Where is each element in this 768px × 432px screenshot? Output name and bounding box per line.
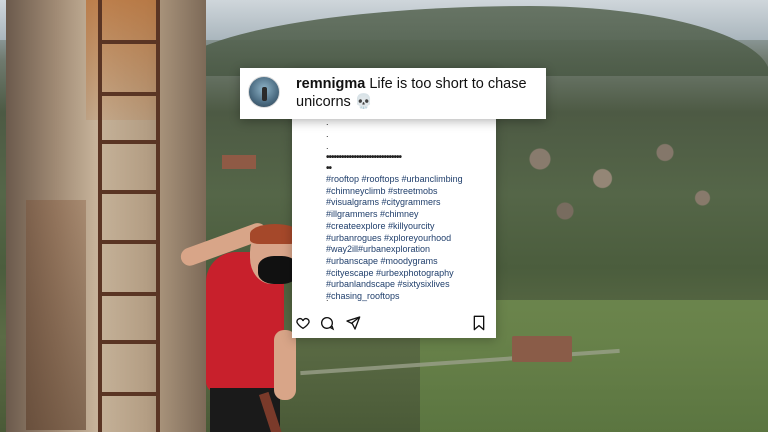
dark-stain [26,200,86,430]
hashtag-line[interactable]: #urbanscape #moodygrams [326,256,490,268]
ladder-rung [100,40,160,44]
village [490,120,740,250]
hashtag-line[interactable]: #illgrammers #chimney [326,209,490,221]
caption-dot: . [326,141,329,151]
hashtag-line[interactable]: #cityescape #urbexphotography [326,268,490,280]
caption-header-callout: remnigma Life is too short to chase unic… [240,68,546,119]
bookmark-icon[interactable] [470,314,488,332]
comment-icon[interactable] [318,314,336,332]
caption-dots: . . . [326,116,329,152]
hashtag-line[interactable]: #visualgrams #citygrammers [326,197,490,209]
hashtag-line[interactable]: #chasing_rooftops [326,291,490,303]
rust-stain [86,0,156,120]
post-actions [292,314,496,336]
climber [178,220,300,432]
hashtag-line[interactable]: #chimneyclimb #streetmobs [326,186,490,198]
hashtag-line[interactable]: #createexplore #killyourcity [326,221,490,233]
heart-icon[interactable] [294,314,312,332]
hashtag-line[interactable]: #urbanlandscape #sixtysixlives [326,279,490,291]
dot-separator: •••••••••••••••••••••••••••••• •• [326,152,402,174]
ladder-rung [100,392,160,396]
skull-emoji-icon: 💀 [354,94,373,110]
ladder-rung [100,140,160,144]
ladder-rung [100,190,160,194]
ladder-rung [100,292,160,296]
hashtag-line[interactable]: #rooftop #rooftops #urbanclimbing [326,174,490,186]
ladder-rung [100,92,160,96]
ladder-rung [100,240,160,244]
trailing-dot: . [326,293,329,303]
ladder-rail-left [98,0,102,432]
red-roof-house [512,336,572,362]
username[interactable]: remnigma [296,76,365,92]
ladder-rail-right [156,0,160,432]
caption-dot: . [326,129,329,139]
caption-text: remnigma Life is too short to chase unic… [296,75,541,111]
dot-separator-line: •• [326,163,332,174]
climber-arm-right [274,330,296,400]
red-roof-house-small [222,155,256,169]
hashtag-line[interactable]: #urbanrogues #xploreyourhood [326,233,490,245]
send-icon[interactable] [344,314,362,332]
hashtag-list: #rooftop #rooftops #urbanclimbing #chimn… [326,174,490,303]
hashtag-line[interactable]: #way2ill#urbanexploration [326,244,490,256]
avatar[interactable] [248,76,280,108]
avatar-figure [262,87,267,101]
ladder-rung [100,340,160,344]
chimney-wall [6,0,206,432]
dot-separator-line: •••••••••••••••••••••••••••••• [326,152,402,163]
